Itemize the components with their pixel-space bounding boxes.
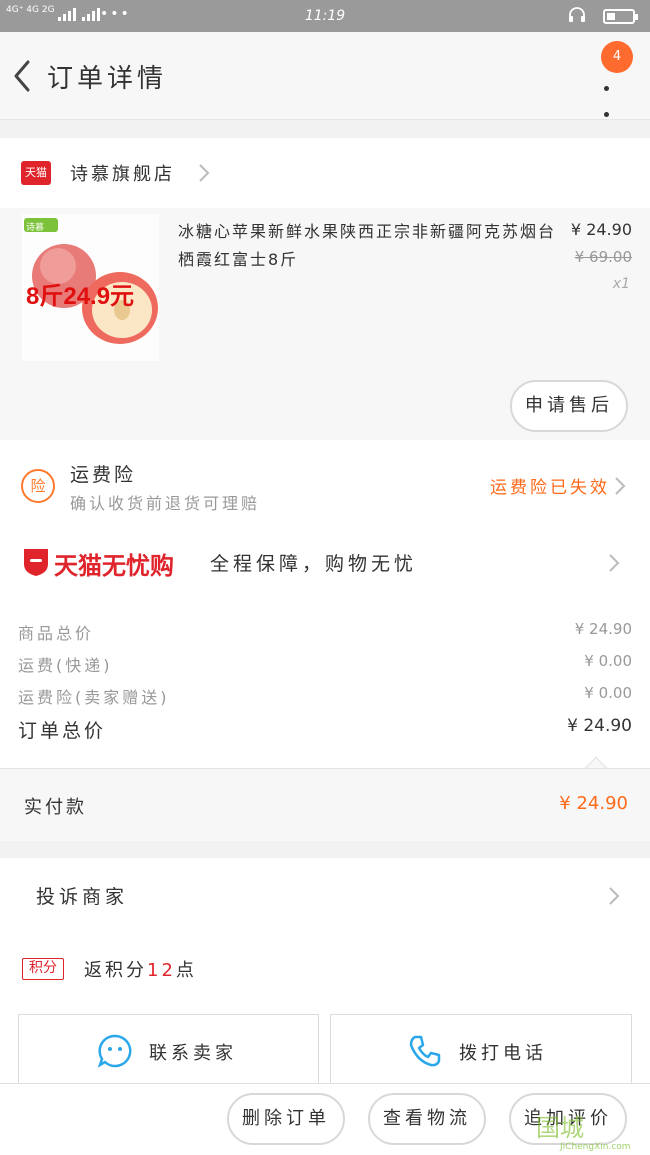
- order-total-label: 订单总价: [18, 720, 107, 742]
- order-total-row: 订单总价 ¥ 24.90: [0, 716, 650, 746]
- contact-seller-button[interactable]: 联系卖家: [18, 1014, 319, 1088]
- points-badge: 积分: [22, 958, 64, 980]
- order-total-value: ¥ 24.90: [567, 716, 632, 736]
- watermark-text: JiChengXin.com: [560, 1142, 631, 1152]
- product-name[interactable]: 冰糖心苹果新鲜水果陕西正宗非新疆阿克苏烟台栖霞红富士8斤: [178, 218, 558, 274]
- store-row[interactable]: 天猫 诗慕旗舰店: [0, 138, 650, 208]
- product-price: ¥ 24.90: [570, 220, 632, 239]
- summary-value: ¥ 0.00: [584, 652, 632, 670]
- back-arrow-icon[interactable]: [8, 56, 38, 96]
- summary-row: 运费(快递) ¥ 0.00: [0, 652, 650, 682]
- summary-label: 运费险(卖家赠送): [18, 688, 170, 707]
- points-suffix: 点: [175, 960, 197, 981]
- points-prefix: 返积分: [84, 960, 147, 981]
- guarantee-brand: 天猫无忧购: [54, 552, 174, 580]
- complain-seller-link[interactable]: 投诉商家: [36, 882, 128, 909]
- chevron-right-icon: [609, 887, 620, 905]
- watermark-logo: 国城: [536, 1114, 584, 1142]
- paid-label: 实付款: [24, 797, 87, 818]
- summary-row: 商品总价 ¥ 24.90: [0, 620, 650, 650]
- summary-value: ¥ 0.00: [584, 684, 632, 702]
- insurance-icon: 险: [21, 469, 55, 503]
- chevron-right-icon: [199, 164, 210, 182]
- shield-icon: [24, 549, 48, 576]
- points-text: 返积分12点: [84, 956, 197, 982]
- insurance-title: 运费险: [70, 464, 137, 486]
- store-name: 诗慕旗舰店: [70, 164, 175, 185]
- guarantee-description: 全程保障，购物无忧: [210, 553, 418, 575]
- chevron-right-icon: [609, 554, 620, 572]
- phone-icon: [409, 1035, 441, 1067]
- battery-icon: [603, 9, 638, 24]
- summary-label: 商品总价: [18, 624, 95, 643]
- insurance-subtitle: 确认收货前退货可理赔: [70, 494, 261, 513]
- summary-row: 运费险(卖家赠送) ¥ 0.00: [0, 684, 650, 714]
- chat-bubble-icon: [97, 1034, 132, 1068]
- call-phone-button[interactable]: 拨打电话: [330, 1014, 632, 1088]
- paid-value: ¥ 24.90: [559, 793, 628, 814]
- original-price: ¥ 69.00: [574, 248, 632, 266]
- shipping-insurance-row[interactable]: 险 运费险 确认收货前退货可理赔 运费险已失效: [0, 440, 650, 532]
- product-quantity: x1: [612, 276, 630, 292]
- tmall-guarantee-row[interactable]: 天猫无忧购 全程保障，购物无忧: [0, 532, 650, 598]
- chevron-right-icon: [615, 477, 626, 495]
- call-phone-label: 拨打电话: [459, 1043, 547, 1064]
- dot-icon: [603, 112, 609, 117]
- nav-header: 订单详情 4: [0, 32, 650, 120]
- clock: 11:19: [304, 8, 346, 24]
- tmall-logo-icon: 天猫: [21, 161, 51, 185]
- contact-seller-label: 联系卖家: [149, 1043, 237, 1064]
- image-caption: 8斤24.9元: [26, 283, 135, 310]
- summary-label: 运费(快递): [18, 656, 113, 675]
- summary-value: ¥ 24.90: [574, 620, 632, 638]
- page-title: 订单详情: [47, 64, 168, 94]
- view-logistics-button[interactable]: 查看物流: [368, 1093, 486, 1145]
- more-dot-icon: [604, 86, 609, 91]
- notification-badge[interactable]: 4: [601, 41, 633, 73]
- service-section: 投诉商家 积分 返积分12点 联系卖家 拨打电话: [0, 858, 650, 1088]
- actual-payment-row: 实付款 ¥ 24.90: [0, 768, 650, 841]
- apply-aftersale-button[interactable]: 申请售后: [510, 380, 628, 432]
- image-brand-tag: 诗慕: [26, 223, 45, 233]
- headset-icon: [569, 7, 585, 22]
- product-item[interactable]: 诗慕 8斤24.9元 冰糖心苹果新鲜水果陕西正宗非新疆阿克苏烟台栖霞红富士8斤 …: [0, 208, 650, 440]
- status-bar: 4G⁺ 4G 2G ••• 11:19: [0, 0, 650, 32]
- delete-order-button[interactable]: 删除订单: [227, 1093, 345, 1145]
- points-amount: 12: [147, 960, 176, 981]
- insurance-status: 运费险已失效: [490, 478, 610, 498]
- price-summary: 商品总价 ¥ 24.90 运费(快递) ¥ 0.00 运费险(卖家赠送) ¥ 0…: [0, 598, 650, 768]
- product-image[interactable]: 诗慕 8斤24.9元: [22, 214, 159, 361]
